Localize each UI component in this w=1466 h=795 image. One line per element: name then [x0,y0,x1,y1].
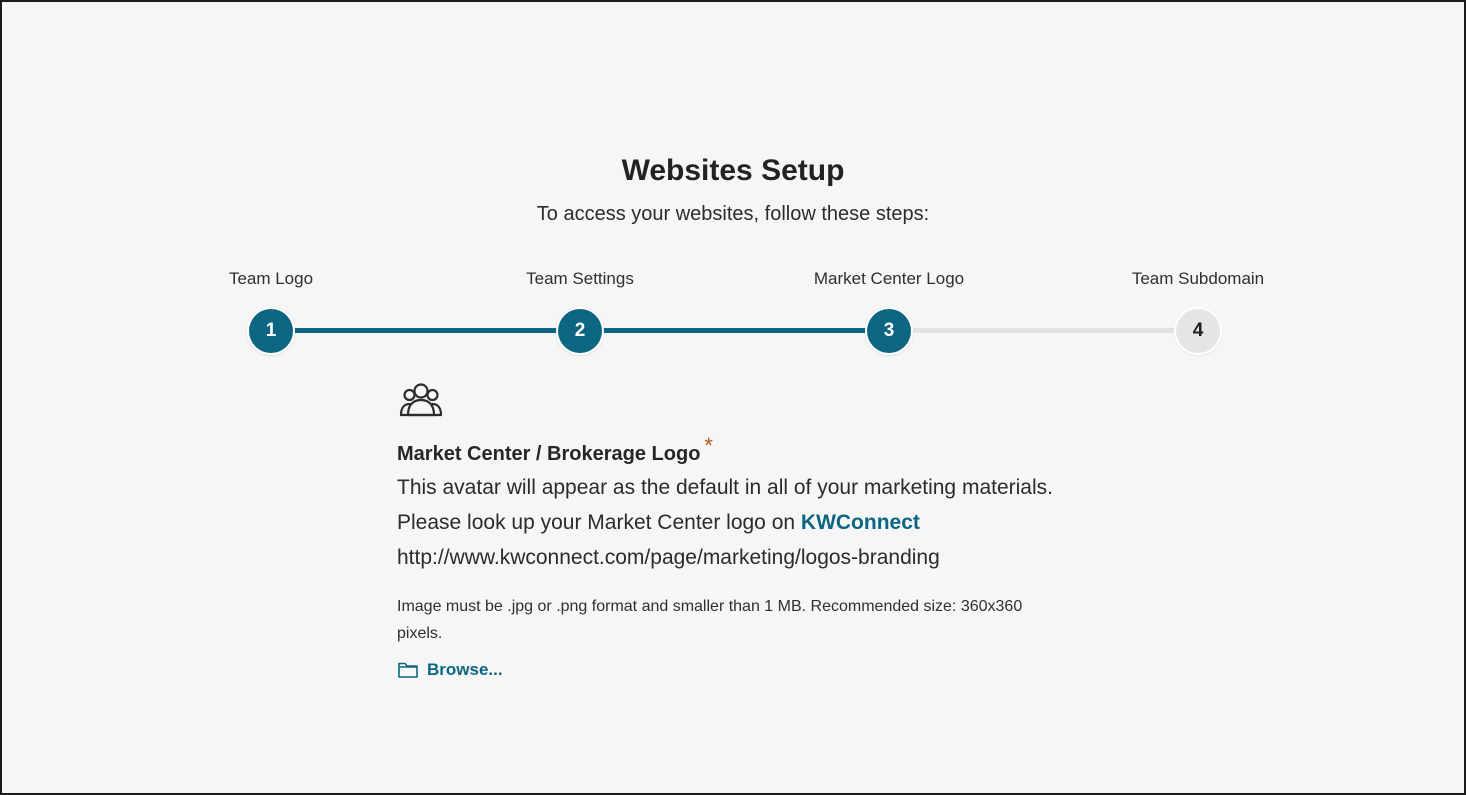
step-1-circle[interactable]: 1 [249,309,293,353]
logo-field-title: Market Center / Brokerage Logo * [397,433,713,466]
step-label-team-logo: Team Logo [228,269,314,288]
logo-field-title-text: Market Center / Brokerage Logo [397,443,701,465]
browse-label: Browse... [427,660,503,679]
window-border [0,0,1466,795]
step-2-circle[interactable]: 2 [558,309,602,353]
logo-field-description: This avatar will appear as the default i… [397,470,1057,575]
description-text: This avatar will appear as the default i… [397,476,1053,534]
required-asterisk: * [704,433,713,458]
browse-button[interactable]: Browse... [397,660,503,680]
stepper-track-1-2 [271,328,580,333]
step-label-market-center-logo: Market Center Logo [813,269,965,288]
page-subtitle: To access your websites, follow these st… [536,203,930,225]
folder-icon [398,662,418,678]
upload-requirements-hint: Image must be .jpg or .png format and sm… [397,598,1023,642]
step-3-circle[interactable]: 3 [867,309,911,353]
page-title: Websites Setup [621,154,845,187]
kwconnect-link[interactable]: KWConnect [801,511,920,534]
step-label-team-subdomain: Team Subdomain [1131,269,1265,288]
stepper-track-2-3 [580,328,889,333]
logos-branding-url: http://www.kwconnect.com/page/marketing/… [397,546,940,569]
step-4-circle[interactable]: 4 [1176,309,1220,353]
team-group-icon [399,383,443,417]
step-label-team-settings: Team Settings [526,269,634,288]
stepper-track-3-4 [889,328,1198,333]
